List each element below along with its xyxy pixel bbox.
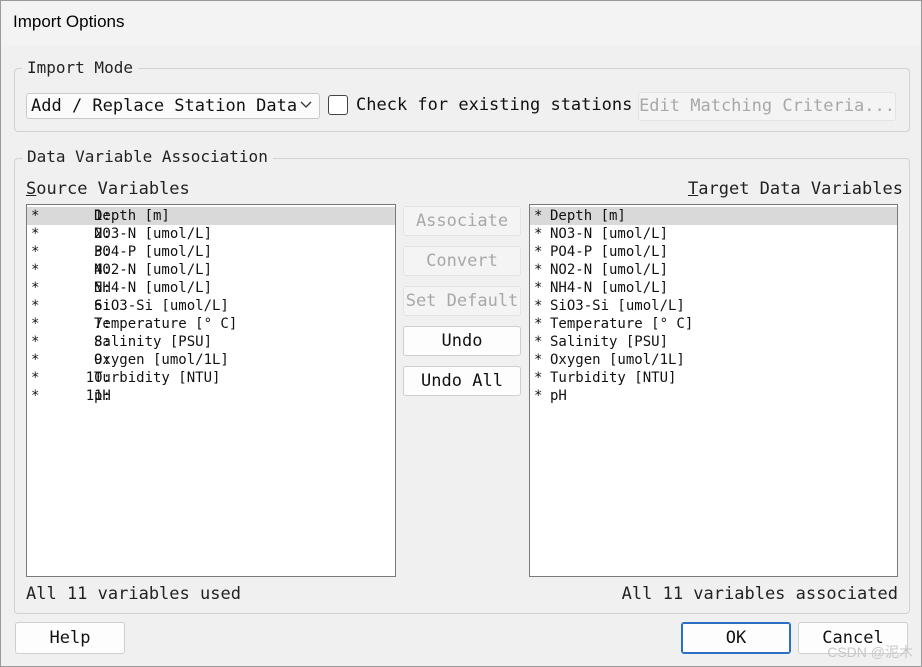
variable-name: Temperature [° C] — [94, 316, 238, 332]
variable-name: NH4-N [umol/L] — [550, 280, 669, 296]
associated-marker: * — [534, 208, 543, 224]
import-mode-select[interactable]: Add / Replace Station Data — [26, 93, 320, 119]
variable-name: SiO3-Si [umol/L] — [550, 298, 685, 314]
associated-marker: * — [31, 334, 40, 350]
convert-button[interactable]: Convert — [403, 246, 521, 276]
associated-marker: * — [534, 370, 543, 386]
associated-marker: * — [534, 352, 543, 368]
associated-marker: * — [534, 388, 543, 404]
import-mode-select-value: Add / Replace Station Data — [31, 96, 298, 116]
target-variable-row[interactable]: * Oxygen [umol/1L] — [530, 351, 897, 369]
associated-marker: * — [31, 244, 40, 260]
associated-marker: * — [31, 316, 40, 332]
target-variables-label: Target Data Variables — [688, 179, 903, 199]
variable-name: NH4-N [umol/L] — [94, 280, 213, 296]
variable-name: Depth [m] — [94, 208, 170, 224]
set-default-button[interactable]: Set Default — [403, 286, 521, 316]
source-variable-row[interactable]: * 3: PO4-P [umol/L] — [27, 243, 395, 261]
associated-marker: * — [31, 208, 40, 224]
source-variable-row[interactable]: * 4: NO2-N [umol/L] — [27, 261, 395, 279]
target-variables-list[interactable]: * Depth [m] * NO3-N [umol/L] * PO4-P [umol/L]… — [529, 204, 898, 577]
source-variables-list[interactable]: * 1: Depth [m] * 2: NO3-N [umol/L] * 3: PO4-P [u… — [26, 204, 396, 577]
edit-matching-criteria-button[interactable]: Edit Matching Criteria... — [638, 92, 896, 121]
target-variable-row[interactable]: * NH4-N [umol/L] — [530, 279, 897, 297]
associate-label: Associate — [415, 211, 509, 231]
associated-marker: * — [534, 298, 543, 314]
associate-button[interactable]: Associate — [403, 206, 521, 236]
target-variable-row[interactable]: * NO3-N [umol/L] — [530, 225, 897, 243]
import-mode-legend: Import Mode — [22, 58, 138, 77]
variable-name: Temperature [° C] — [550, 316, 694, 332]
associated-marker: * — [534, 262, 543, 278]
title-bar: Import Options — [1, 1, 921, 45]
variable-name: NO3-N [umol/L] — [94, 226, 213, 242]
source-variable-row[interactable]: * 6: SiO3-Si [umol/L] — [27, 297, 395, 315]
variable-name: Oxygen [umol/1L] — [94, 352, 229, 368]
associated-marker: * — [31, 370, 40, 386]
variable-name: NO2-N [umol/L] — [94, 262, 213, 278]
undo-all-label: Undo All — [421, 371, 503, 391]
associated-marker: * — [31, 352, 40, 368]
target-variable-row[interactable]: * Salinity [PSU] — [530, 333, 897, 351]
ok-label: OK — [725, 628, 747, 648]
variable-name: pH — [94, 388, 111, 404]
source-variables-label: Source Variables — [26, 179, 190, 199]
check-existing-label[interactable]: Check for existing stations — [356, 95, 632, 115]
associated-marker: * — [534, 316, 543, 332]
variable-name: Salinity [PSU] — [94, 334, 213, 350]
convert-label: Convert — [426, 251, 498, 271]
import-options-dialog: Import Options Import Mode Add / Replace… — [0, 0, 922, 667]
target-variable-row[interactable]: * pH — [530, 387, 897, 405]
associated-marker: * — [31, 298, 40, 314]
variable-name: NO2-N [umol/L] — [550, 262, 669, 278]
associated-marker: * — [534, 226, 543, 242]
set-default-label: Set Default — [405, 291, 519, 311]
target-variable-row[interactable]: * Temperature [° C] — [530, 315, 897, 333]
variable-name: Depth [m] — [550, 208, 626, 224]
associated-marker: * — [534, 280, 543, 296]
variable-name: Oxygen [umol/1L] — [550, 352, 685, 368]
associated-marker: * — [534, 244, 543, 260]
source-variable-row[interactable]: * 1: Depth [m] — [27, 207, 395, 225]
source-variable-row[interactable]: * 7: Temperature [° C] — [27, 315, 395, 333]
source-variable-row[interactable]: * 10: Turbidity [NTU] — [27, 369, 395, 387]
variable-name: Salinity [PSU] — [550, 334, 669, 350]
associated-marker: * — [31, 388, 40, 404]
dialog-title: Import Options — [13, 12, 125, 31]
source-variable-row[interactable]: * 8: Salinity [PSU] — [27, 333, 395, 351]
associated-marker: * — [31, 280, 40, 296]
help-label: Help — [49, 628, 91, 648]
ok-button[interactable]: OK — [681, 622, 791, 654]
target-status-text: All 11 variables associated — [621, 584, 898, 604]
target-variable-row[interactable]: * PO4-P [umol/L] — [530, 243, 897, 261]
target-variable-row[interactable]: * Depth [m] — [530, 207, 897, 225]
source-variable-row[interactable]: * 2: NO3-N [umol/L] — [27, 225, 395, 243]
target-variable-row[interactable]: * Turbidity [NTU] — [530, 369, 897, 387]
variable-name: pH — [550, 388, 567, 404]
variable-name: Turbidity [NTU] — [94, 370, 221, 386]
target-variable-row[interactable]: * SiO3-Si [umol/L] — [530, 297, 897, 315]
target-variable-row[interactable]: * NO2-N [umol/L] — [530, 261, 897, 279]
variable-name: PO4-P [umol/L] — [94, 244, 213, 260]
source-variable-row[interactable]: * 9: Oxygen [umol/1L] — [27, 351, 395, 369]
edit-matching-criteria-label: Edit Matching Criteria... — [639, 96, 895, 116]
associated-marker: * — [31, 226, 40, 242]
associated-marker: * — [534, 334, 543, 350]
check-existing-checkbox[interactable] — [328, 95, 348, 115]
source-variable-row[interactable]: * 11: pH — [27, 387, 395, 405]
undo-all-button[interactable]: Undo All — [403, 366, 521, 396]
undo-button[interactable]: Undo — [403, 326, 521, 356]
variable-name: Turbidity [NTU] — [550, 370, 677, 386]
watermark: CSDN @泥木 — [827, 644, 913, 660]
association-legend: Data Variable Association — [22, 147, 273, 166]
variable-name: PO4-P [umol/L] — [550, 244, 669, 260]
associated-marker: * — [31, 262, 40, 278]
undo-label: Undo — [441, 331, 483, 351]
source-status-text: All 11 variables used — [26, 584, 241, 604]
variable-name: SiO3-Si [umol/L] — [94, 298, 229, 314]
source-variable-row[interactable]: * 5: NH4-N [umol/L] — [27, 279, 395, 297]
chevron-down-icon — [300, 101, 312, 108]
help-button[interactable]: Help — [15, 622, 125, 654]
variable-name: NO3-N [umol/L] — [550, 226, 669, 242]
